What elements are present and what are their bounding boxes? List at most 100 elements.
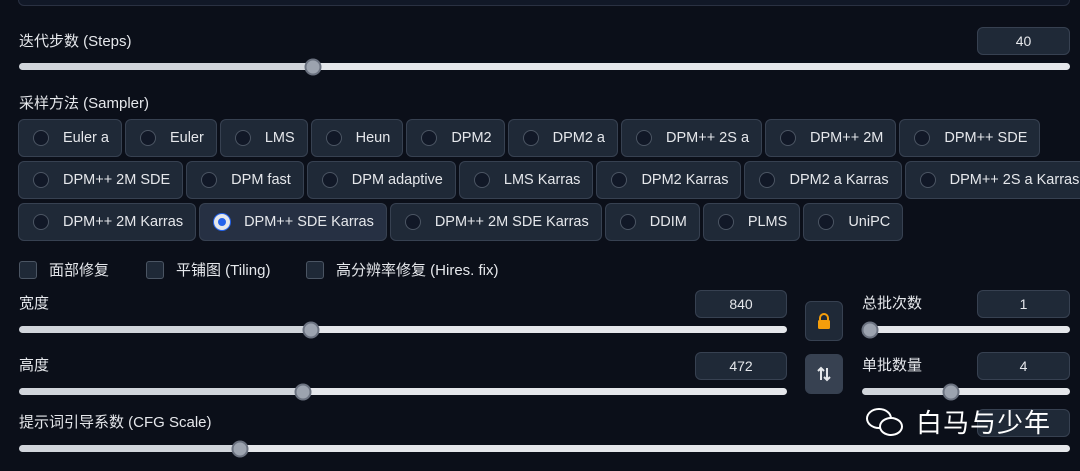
sampler-option-label: DPM2: [451, 130, 492, 146]
sampler-option[interactable]: Heun: [310, 119, 404, 157]
sampler-option[interactable]: Euler a: [18, 119, 122, 157]
steps-slider-thumb[interactable]: [304, 58, 322, 75]
swap-icon: [817, 366, 831, 382]
width-input[interactable]: 840: [695, 290, 787, 318]
hires-fix-box[interactable]: [306, 260, 324, 279]
sampler-option[interactable]: Euler: [124, 119, 217, 157]
radio-unselected-icon[interactable]: [636, 130, 652, 146]
radio-unselected-icon[interactable]: [33, 130, 49, 146]
radio-unselected-icon[interactable]: [33, 214, 49, 230]
sampler-option[interactable]: DPM fast: [186, 161, 304, 199]
cfg-slider[interactable]: [19, 440, 1070, 457]
sampler-option-label: PLMS: [747, 214, 788, 230]
face-restore-box[interactable]: [19, 260, 37, 279]
sampler-option[interactable]: DPM++ 2S a Karras: [904, 161, 1080, 199]
sampler-option-label: DPM2 a: [552, 130, 605, 146]
sampler-option-label: DPM adaptive: [351, 172, 443, 188]
steps-input[interactable]: 40: [977, 27, 1070, 55]
sampler-option[interactable]: PLMS: [702, 203, 801, 241]
sampler-option-label: LMS: [264, 130, 295, 146]
radio-unselected-icon[interactable]: [914, 130, 931, 146]
radio-unselected-icon[interactable]: [619, 214, 636, 230]
sampler-option-label: DPM++ SDE: [944, 130, 1028, 146]
height-slider[interactable]: [19, 383, 787, 400]
radio-unselected-icon[interactable]: [522, 130, 539, 146]
radio-unselected-icon[interactable]: [325, 130, 342, 146]
hires-fix-checkbox[interactable]: 高分辨率修复 (Hires. fix): [306, 259, 499, 280]
batch-count-label: 总批次数: [862, 295, 923, 312]
batch-size-slider[interactable]: [862, 383, 1070, 400]
sampler-option[interactable]: DPM++ SDE Karras: [199, 203, 387, 241]
radio-unselected-icon[interactable]: [611, 172, 628, 188]
width-slider[interactable]: [19, 321, 787, 338]
height-input[interactable]: 472: [695, 352, 787, 380]
sampler-option[interactable]: DPM++ 2S a: [621, 119, 763, 157]
batch-size-input[interactable]: 4: [977, 352, 1070, 380]
batch-count-slider[interactable]: [861, 321, 1070, 338]
sampler-option[interactable]: DPM++ 2M Karras: [18, 203, 197, 241]
sampler-option[interactable]: DPM++ 2M SDE: [18, 161, 184, 199]
radio-unselected-icon[interactable]: [717, 214, 734, 230]
tiling-box[interactable]: [146, 260, 164, 279]
radio-unselected-icon[interactable]: [139, 130, 156, 146]
sampler-option-label: DPM++ 2M: [810, 130, 884, 146]
previous-panel-edge: [18, 0, 1070, 6]
sampler-option-label: DPM2 a Karras: [789, 172, 889, 188]
sampler-option[interactable]: DPM2 a Karras: [744, 161, 902, 199]
aspect-lock-button[interactable]: [805, 301, 843, 341]
batch-count-slider-thumb[interactable]: [861, 321, 879, 338]
radio-selected-icon[interactable]: [214, 214, 231, 230]
radio-unselected-icon[interactable]: [33, 172, 49, 188]
tiling-label: 平铺图 (Tiling): [176, 262, 271, 279]
swap-dimensions-button[interactable]: [805, 354, 843, 394]
sampler-option[interactable]: DPM adaptive: [306, 161, 456, 199]
sampler-option-label: DPM++ 2M Karras: [63, 214, 184, 230]
sampler-option[interactable]: DPM2: [406, 119, 505, 157]
lock-icon: [818, 313, 830, 329]
sampler-option-label: Euler: [169, 130, 204, 146]
radio-unselected-icon[interactable]: [759, 172, 776, 188]
height-slider-thumb[interactable]: [294, 383, 312, 400]
sampler-option[interactable]: DPM2 Karras: [596, 161, 742, 199]
cfg-slider-thumb[interactable]: [231, 440, 249, 457]
steps-slider[interactable]: [19, 58, 1070, 75]
sampler-option-label: DPM fast: [231, 172, 291, 188]
sampler-option-label: LMS Karras: [503, 172, 581, 188]
sampler-option[interactable]: LMS Karras: [458, 161, 594, 199]
wechat-icon: [866, 406, 906, 438]
sampler-option-label: Euler a: [63, 130, 109, 146]
face-restore-label: 面部修复: [49, 262, 110, 279]
steps-label: 迭代步数 (Steps): [19, 33, 132, 50]
face-restore-checkbox[interactable]: 面部修复: [19, 259, 109, 280]
sampler-option-label: Heun: [355, 130, 391, 146]
sampler-option-label: UniPC: [848, 214, 891, 230]
radio-unselected-icon[interactable]: [780, 130, 797, 146]
tiling-checkbox[interactable]: 平铺图 (Tiling): [146, 259, 270, 280]
sampler-option-label: DPM++ 2S a: [666, 130, 750, 146]
sampler-option[interactable]: DPM++ SDE: [899, 119, 1041, 157]
batch-size-slider-thumb[interactable]: [942, 383, 960, 400]
batch-size-label: 单批数量: [862, 357, 923, 374]
sampler-option[interactable]: DPM++ 2M: [765, 119, 897, 157]
sampler-option[interactable]: DPM++ 2M SDE Karras: [389, 203, 602, 241]
sampler-option-label: DPM++ 2M SDE Karras: [434, 214, 589, 230]
radio-unselected-icon[interactable]: [473, 172, 490, 188]
radio-unselected-icon[interactable]: [404, 214, 421, 230]
radio-unselected-icon[interactable]: [919, 172, 936, 188]
sampler-option[interactable]: UniPC: [803, 203, 904, 241]
radio-unselected-icon[interactable]: [421, 130, 438, 146]
radio-unselected-icon[interactable]: [321, 172, 338, 188]
sampler-option-label: DPM++ SDE Karras: [244, 214, 374, 230]
sampler-option[interactable]: LMS: [219, 119, 308, 157]
hires-fix-label: 高分辨率修复 (Hires. fix): [336, 262, 499, 279]
sampler-option-label: DPM++ 2M SDE: [63, 172, 171, 188]
sampler-option[interactable]: DPM2 a: [507, 119, 618, 157]
width-slider-thumb[interactable]: [302, 321, 320, 338]
batch-count-input[interactable]: 1: [977, 290, 1070, 318]
sampler-option[interactable]: DDIM: [604, 203, 700, 241]
radio-unselected-icon[interactable]: [818, 214, 835, 230]
sampler-option-label: DDIM: [649, 214, 687, 230]
radio-unselected-icon[interactable]: [234, 130, 251, 146]
radio-unselected-icon[interactable]: [201, 172, 218, 188]
cfg-label: 提示词引导系数 (CFG Scale): [19, 414, 212, 431]
